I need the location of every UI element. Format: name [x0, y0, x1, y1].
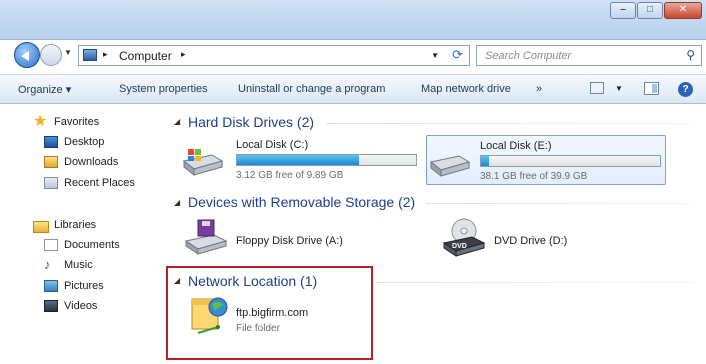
nav-recent-places[interactable]: Recent Places	[64, 177, 135, 189]
drive-e-free-space: 38.1 GB free of 39.9 GB	[480, 171, 588, 182]
back-button[interactable]	[14, 42, 40, 68]
map-network-drive-button[interactable]: Map network drive	[421, 83, 511, 95]
change-view-icon[interactable]	[590, 82, 604, 94]
drive-e-name: Local Disk (E:)	[480, 140, 552, 152]
pictures-icon	[44, 280, 58, 292]
computer-icon	[83, 49, 97, 61]
drive-c-name: Local Disk (C:)	[236, 139, 309, 151]
close-icon: ✕	[678, 4, 688, 15]
dvd-drive-name[interactable]: DVD Drive (D:)	[494, 235, 567, 247]
drive-c-tile[interactable]: Local Disk (C:) 3.12 GB free of 9.89 GB	[182, 135, 420, 185]
floppy-drive-icon	[184, 219, 228, 255]
help-icon[interactable]: ?	[678, 82, 693, 97]
nav-documents[interactable]: Documents	[64, 239, 120, 251]
libraries-icon	[33, 221, 49, 233]
videos-icon	[44, 300, 58, 312]
uninstall-program-button[interactable]: Uninstall or change a program	[238, 83, 385, 95]
highlight-annotation	[166, 266, 373, 360]
nav-pictures[interactable]: Pictures	[64, 280, 104, 292]
drive-c-usage-bar	[236, 154, 417, 166]
refresh-icon[interactable]: ⟳	[452, 47, 463, 63]
favorites-star-icon: ★	[33, 113, 48, 130]
nav-music[interactable]: Music	[64, 259, 93, 271]
music-icon: ♪	[44, 257, 51, 272]
drive-c-free-space: 3.12 GB free of 9.89 GB	[236, 170, 344, 181]
drive-e-usage-fill	[481, 156, 490, 166]
dvd-logo-text: DVD	[452, 243, 467, 250]
address-dropdown-icon[interactable]: ▼	[431, 51, 439, 60]
nav-desktop[interactable]: Desktop	[64, 136, 104, 148]
search-placeholder: Search Computer	[485, 50, 572, 62]
drive-e-tile[interactable]: Local Disk (E:) 38.1 GB free of 39.9 GB	[426, 135, 666, 185]
collapse-hdd-icon[interactable]: ◢	[174, 117, 180, 126]
command-bar: Organize ▾ System properties Uninstall o…	[0, 74, 706, 104]
documents-icon	[44, 239, 58, 251]
address-bar[interactable]: ▸ Computer ▸ ▼ ⟳	[78, 45, 470, 66]
system-properties-button[interactable]: System properties	[119, 83, 208, 95]
minimize-button[interactable]: –	[610, 2, 636, 19]
hard-drive-icon	[429, 155, 471, 178]
navigation-pane: ★ Favorites Desktop Downloads Recent Pla…	[0, 105, 160, 364]
group-title-removable[interactable]: Devices with Removable Storage (2)	[188, 194, 415, 210]
title-bar: – □ ✕	[0, 0, 706, 40]
breadcrumb-separator[interactable]: ▸	[181, 49, 186, 60]
recent-places-icon	[44, 177, 58, 189]
preview-pane-icon[interactable]	[644, 82, 659, 95]
group-divider	[374, 282, 696, 283]
caption-buttons: – □ ✕	[609, 2, 702, 19]
drive-c-usage-fill	[237, 155, 359, 165]
maximize-icon: □	[646, 4, 654, 15]
nav-videos[interactable]: Videos	[64, 300, 97, 312]
group-divider	[326, 123, 696, 124]
search-icon[interactable]: ⚲	[686, 48, 695, 62]
more-commands-button[interactable]: »	[536, 83, 542, 95]
drive-e-usage-bar	[480, 155, 661, 167]
organize-button[interactable]: Organize ▾	[18, 83, 71, 96]
nav-favorites[interactable]: Favorites	[54, 116, 99, 128]
forward-button[interactable]	[40, 44, 62, 66]
dvd-drive-icon: DVD	[442, 218, 486, 257]
desktop-icon	[44, 136, 58, 148]
hard-drive-windows-icon	[182, 149, 224, 177]
search-input[interactable]: Search Computer ⚲	[476, 45, 702, 66]
breadcrumb-separator[interactable]: ▸	[103, 49, 108, 60]
floppy-drive-name[interactable]: Floppy Disk Drive (A:)	[236, 235, 343, 247]
maximize-button[interactable]: □	[637, 2, 663, 19]
nav-downloads[interactable]: Downloads	[64, 156, 118, 168]
close-button[interactable]: ✕	[664, 2, 702, 19]
collapse-removable-icon[interactable]: ◢	[174, 198, 180, 207]
minimize-icon: –	[620, 4, 626, 15]
view-dropdown-icon[interactable]: ▼	[615, 84, 623, 93]
group-divider	[426, 203, 696, 204]
group-title-hdd[interactable]: Hard Disk Drives (2)	[188, 114, 314, 130]
downloads-icon	[44, 156, 58, 168]
breadcrumb-computer[interactable]: Computer	[119, 49, 172, 63]
nav-libraries[interactable]: Libraries	[54, 219, 96, 231]
recent-pages-dropdown-icon[interactable]: ▼	[64, 48, 72, 57]
